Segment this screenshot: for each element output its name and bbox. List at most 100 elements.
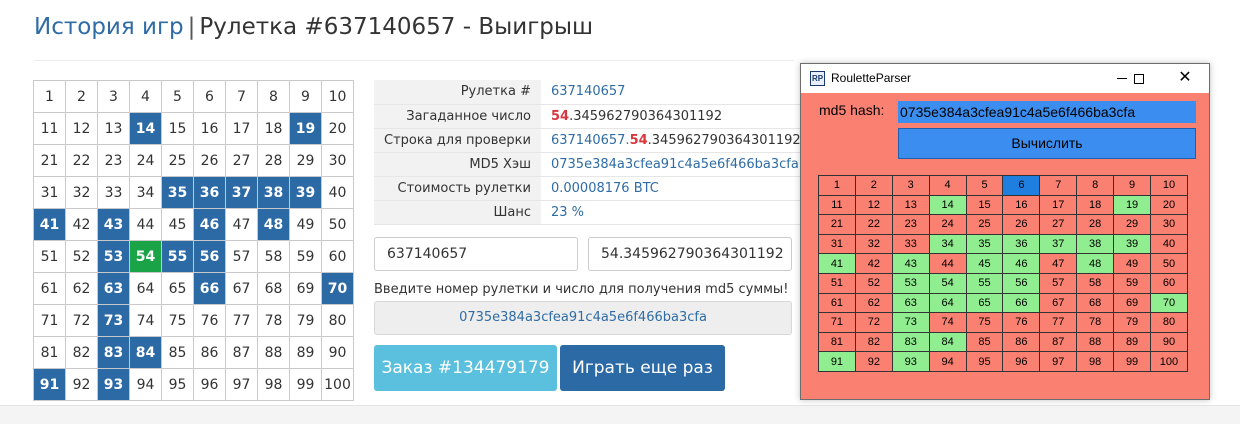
- parser-grid-cell: 74: [929, 313, 967, 333]
- info-row-chance: Шанс 23 %: [374, 200, 811, 225]
- md5-hash-field[interactable]: 0735e384a3cfea91c4a5e6f466ba3cfa: [898, 101, 1196, 123]
- roulette-id-link[interactable]: 637140657: [540, 80, 811, 105]
- grid-cell: 9: [290, 81, 322, 113]
- grid-cell: 86: [194, 337, 226, 369]
- parser-grid-cell: 86: [1003, 332, 1041, 353]
- parser-grid-cell: 30: [1151, 215, 1188, 235]
- parser-grid-cell: 78: [1077, 313, 1115, 333]
- grid-cell: 42: [66, 209, 98, 241]
- grid-cell: 29: [290, 145, 322, 177]
- parser-grid-cell: 20: [1151, 195, 1188, 216]
- parser-grid-cell: 13: [892, 195, 930, 216]
- grid-cell: 81: [34, 337, 66, 369]
- grid-cell: 4: [130, 81, 162, 113]
- parser-grid-cell: 68: [1077, 293, 1115, 314]
- grid-cell: 5: [162, 81, 194, 113]
- check-string-fraction: .345962790364301192: [647, 132, 801, 148]
- grid-cell: 8: [258, 81, 290, 113]
- grid-cell: 83: [98, 337, 130, 369]
- breadcrumb-game-history[interactable]: История игр: [34, 14, 184, 40]
- grid-cell: 93: [98, 369, 130, 401]
- parser-grid-cell: 37: [1040, 234, 1078, 255]
- close-icon[interactable]: ✕: [1174, 68, 1196, 88]
- roulette-info-table: Рулетка # 637140657 Загаданное число 54.…: [374, 80, 811, 225]
- parser-grid-cell: 52: [855, 273, 893, 294]
- grid-cell: 13: [98, 113, 130, 145]
- parser-grid-cell: 77: [1040, 313, 1078, 333]
- parser-grid-cell: 19: [1114, 195, 1152, 216]
- window-titlebar[interactable]: RP RouletteParser ✕: [801, 64, 1209, 93]
- roulette-parser-window: RP RouletteParser ✕ md5 hash: 0735e384a3…: [800, 63, 1210, 400]
- grid-cell: 63: [98, 273, 130, 305]
- info-label: Стоимость рулетки: [374, 176, 541, 201]
- play-again-button[interactable]: Играть еще раз: [560, 345, 725, 391]
- parser-number-grid: 1 2 3 4 5 6 7 8 9 10 11 12 13 14 15 16 17 18 19 20 21 22 23 24 2…: [818, 175, 1188, 372]
- parser-grid-cell: 31: [819, 234, 856, 255]
- roulette-number-input[interactable]: 637140657: [374, 237, 578, 271]
- parser-grid-cell: 51: [819, 273, 856, 294]
- parser-grid-cell: 92: [855, 352, 893, 372]
- parser-grid-cell: 44: [929, 254, 967, 274]
- grid-cell: 62: [66, 273, 98, 305]
- grid-cell: 27: [226, 145, 258, 177]
- parser-grid-cell: 64: [929, 293, 967, 314]
- grid-cell: 56: [194, 241, 226, 273]
- grid-cell: 23: [98, 145, 130, 177]
- grid-cell: 37: [226, 177, 258, 209]
- grid-cell: 71: [34, 305, 66, 337]
- parser-grid-cell: 54: [929, 273, 967, 294]
- parser-grid-cell: 69: [1114, 293, 1152, 314]
- page-header: История игр | Рулетка #637140657 - Выигрыш: [34, 10, 593, 46]
- roulette-cost-value: 0.00008176 BTC: [540, 176, 811, 201]
- guessed-number-integer: 54: [550, 108, 570, 124]
- app-icon: RP: [810, 71, 825, 86]
- chance-value: 23 %: [540, 200, 811, 225]
- grid-cell: 61: [34, 273, 66, 305]
- parser-grid-cell: 96: [1003, 352, 1041, 372]
- grid-cell: 47: [226, 209, 258, 241]
- parser-grid-cell: 97: [1040, 352, 1078, 372]
- parser-grid-cell: 83: [892, 332, 930, 353]
- grid-cell: 68: [258, 273, 290, 305]
- info-label: Загаданное число: [374, 104, 541, 129]
- grid-cell: 78: [258, 305, 290, 337]
- parser-grid-cell: 81: [819, 332, 856, 353]
- grid-cell: 72: [66, 305, 98, 337]
- parser-grid-cell: 100: [1151, 352, 1188, 372]
- info-label: Рулетка #: [374, 80, 541, 105]
- parser-grid-cell: 43: [892, 254, 930, 274]
- parser-grid-cell: 84: [929, 332, 967, 353]
- grid-cell: 90: [322, 337, 354, 369]
- grid-cell: 48: [258, 209, 290, 241]
- parser-grid-cell: 66: [1003, 293, 1041, 314]
- parser-grid-cell: 48: [1077, 254, 1115, 274]
- grid-cell: 77: [226, 305, 258, 337]
- md5-result-output: 0735e384a3cfea91c4a5e6f466ba3cfa: [374, 301, 792, 335]
- parser-grid-cell: 14: [929, 195, 967, 216]
- compute-button[interactable]: Вычислить: [898, 128, 1196, 159]
- parser-grid-cell: 47: [1040, 254, 1078, 274]
- parser-grid-cell: 57: [1040, 273, 1078, 294]
- grid-cell: 100: [322, 369, 354, 401]
- grid-cell: 38: [258, 177, 290, 209]
- grid-cell: 54: [130, 241, 162, 273]
- parser-grid-cell: 99: [1114, 352, 1152, 372]
- parser-grid-cell: 26: [1003, 215, 1041, 235]
- grid-cell: 46: [194, 209, 226, 241]
- parser-grid-cell: 91: [819, 352, 856, 372]
- grid-cell: 87: [226, 337, 258, 369]
- grid-cell: 2: [66, 81, 98, 113]
- order-button[interactable]: Заказ #134479179: [374, 345, 557, 391]
- grid-cell: 14: [130, 113, 162, 145]
- maximize-icon[interactable]: [1128, 68, 1150, 88]
- parser-grid-cell: 59: [1114, 273, 1152, 294]
- random-number-input[interactable]: 54.345962790364301192: [588, 237, 792, 271]
- parser-grid-cell: 7: [1040, 176, 1078, 196]
- guessed-number: 54.345962790364301192: [540, 104, 811, 129]
- grid-cell: 35: [162, 177, 194, 209]
- grid-cell: 94: [130, 369, 162, 401]
- parser-grid-cell: 27: [1040, 215, 1078, 235]
- parser-grid-cell: 8: [1077, 176, 1115, 196]
- parser-grid-cell: 36: [1003, 234, 1041, 255]
- md5-hash-value: 0735e384a3cfea91c4a5e6f466ba3cfa: [540, 152, 811, 177]
